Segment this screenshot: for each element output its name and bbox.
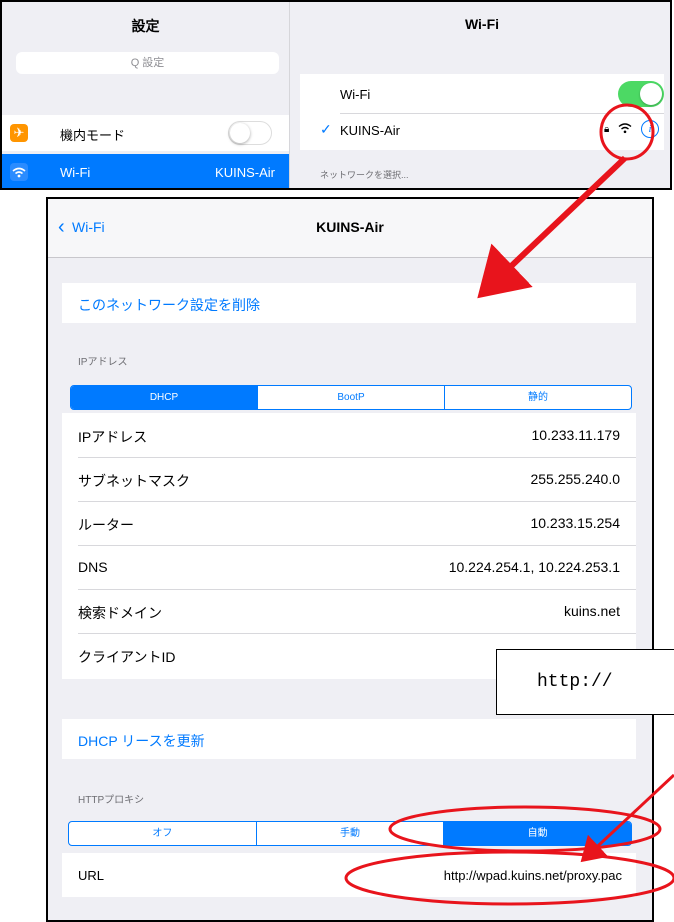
wifi-pane: Wi-Fi Wi-Fi ✓ KUINS-Air 🔒︎ i ネットワークを選択..…: [290, 2, 670, 188]
renew-lease-card: DHCP リースを更新: [62, 719, 636, 759]
sidebar-item-wifi[interactable]: Wi-Fi KUINS-Air: [2, 154, 289, 188]
row-key: DNS: [78, 559, 108, 575]
table-row: IPアドレス 10.233.11.179: [78, 413, 636, 458]
url-value[interactable]: http://wpad.kuins.net/proxy.pac: [444, 868, 622, 883]
settings-wifi-screenshot: 設定 Q 設定 ✈ 機内モード Wi-Fi KUINS-Air Wi-Fi Wi…: [0, 0, 672, 190]
table-row: ルーター 10.233.15.254: [78, 501, 636, 546]
proxy-url-row[interactable]: URL http://wpad.kuins.net/proxy.pac: [62, 853, 636, 897]
row-value: 10.224.254.1, 10.224.253.1: [448, 559, 620, 575]
choose-network-header: ネットワークを選択...: [320, 170, 409, 180]
airplane-label: 機内モード: [60, 128, 126, 143]
segment-manual[interactable]: 手動: [255, 822, 444, 845]
row-value: 10.233.15.254: [530, 515, 620, 531]
sidebar-item-airplane[interactable]: ✈ 機内モード: [2, 115, 289, 151]
wifi-icon: [10, 163, 28, 181]
proxy-mode-segmented-control[interactable]: オフ 手動 自動: [68, 821, 632, 846]
row-key: 検索ドメイン: [78, 605, 162, 621]
row-value: 255.255.240.0: [530, 471, 620, 487]
airplane-icon: ✈: [10, 124, 28, 142]
url-callout-box: http://: [496, 649, 674, 715]
connected-network-name[interactable]: KUINS-Air: [340, 123, 400, 138]
page-title: KUINS-Air: [316, 219, 384, 235]
url-label: URL: [78, 868, 105, 883]
proxy-section-header: HTTPプロキシ: [78, 795, 145, 806]
segment-auto[interactable]: 自動: [443, 822, 631, 845]
wifi-group: Wi-Fi ✓ KUINS-Air 🔒︎ i: [300, 74, 664, 150]
airplane-toggle[interactable]: [228, 121, 272, 145]
ip-details-card: IPアドレス 10.233.11.179 サブネットマスク 255.255.24…: [62, 413, 636, 679]
row-key: サブネットマスク: [78, 473, 190, 489]
lock-icon: 🔒︎: [604, 124, 610, 135]
settings-sidebar: 設定 Q 設定 ✈ 機内モード Wi-Fi KUINS-Air: [2, 2, 290, 188]
row-key: IPアドレス: [78, 429, 148, 445]
network-detail-screenshot: ‹ Wi-Fi KUINS-Air このネットワーク設定を削除 IPアドレス D…: [46, 197, 654, 922]
wifi-toggle[interactable]: [618, 81, 664, 107]
segment-dhcp[interactable]: DHCP: [71, 386, 257, 409]
wifi-signal-icon: [618, 122, 632, 137]
row-value: kuins.net: [563, 603, 620, 619]
forget-network-card: このネットワーク設定を削除: [62, 283, 636, 323]
table-row: 検索ドメイン kuins.net: [78, 589, 636, 634]
sidebar-wifi-network: KUINS-Air: [215, 165, 275, 180]
sidebar-title: 設定: [131, 18, 160, 34]
info-icon[interactable]: i: [641, 120, 659, 138]
ip-section-header: IPアドレス: [78, 357, 128, 368]
nav-bar: ‹ Wi-Fi KUINS-Air: [48, 199, 652, 258]
forget-network-button[interactable]: このネットワーク設定を削除: [78, 295, 260, 315]
checkmark-icon: ✓: [320, 121, 332, 137]
wifi-pane-title: Wi-Fi: [464, 16, 500, 32]
row-key: クライアントID: [78, 649, 176, 665]
renew-lease-button[interactable]: DHCP リースを更新: [78, 731, 205, 751]
row-key: ルーター: [78, 517, 134, 533]
settings-search-input[interactable]: Q 設定: [16, 52, 279, 74]
segment-off[interactable]: オフ: [69, 822, 256, 845]
table-row: DNS 10.224.254.1, 10.224.253.1: [78, 545, 636, 590]
callout-text: http://: [537, 672, 613, 692]
divider: [340, 113, 664, 114]
sidebar-wifi-label: Wi-Fi: [60, 165, 91, 180]
ip-mode-segmented-control[interactable]: DHCP BootP 静的: [70, 385, 632, 410]
segment-static[interactable]: 静的: [444, 386, 631, 409]
segment-bootp[interactable]: BootP: [257, 386, 444, 409]
row-value: 10.233.11.179: [531, 427, 621, 443]
table-row: サブネットマスク 255.255.240.0: [78, 457, 636, 502]
wifi-toggle-label: Wi-Fi: [340, 87, 371, 102]
